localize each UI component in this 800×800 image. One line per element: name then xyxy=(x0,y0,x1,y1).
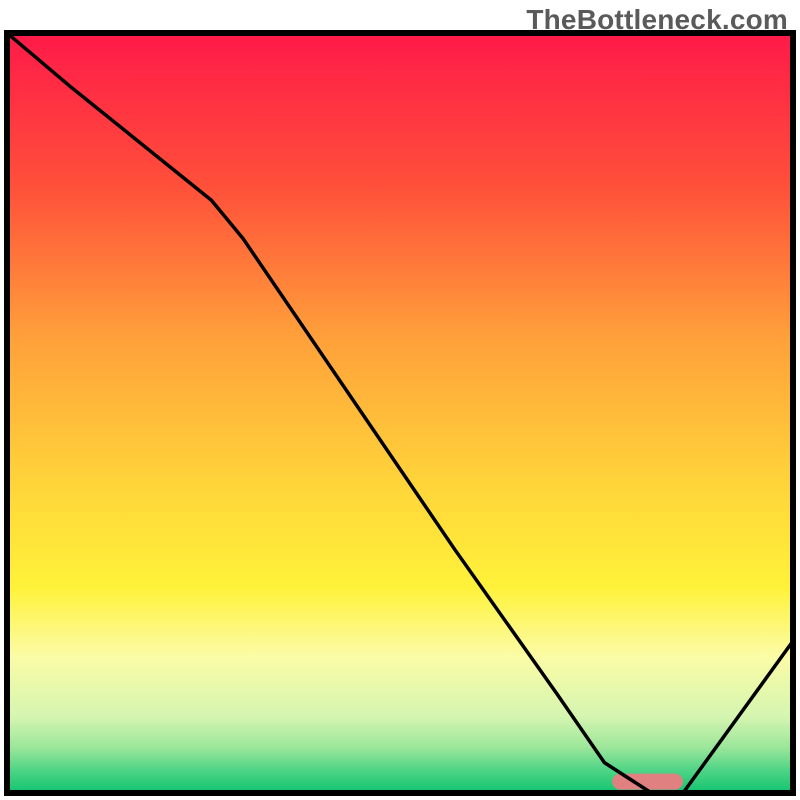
gradient-background xyxy=(7,33,793,793)
watermark-text: TheBottleneck.com xyxy=(526,4,788,36)
bottleneck-chart: TheBottleneck.com xyxy=(0,0,800,800)
chart-canvas xyxy=(0,0,800,800)
